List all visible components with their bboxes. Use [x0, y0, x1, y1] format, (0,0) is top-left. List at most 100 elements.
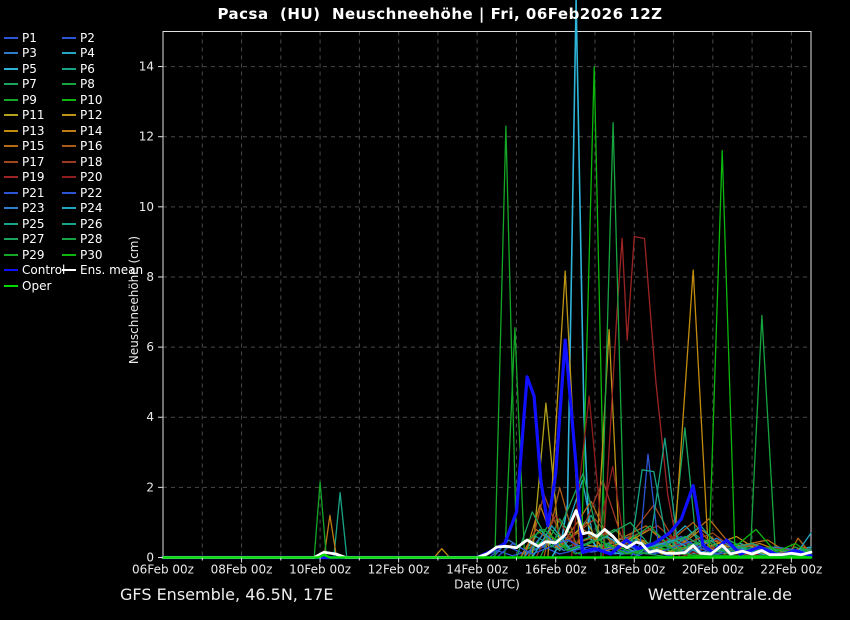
legend-swatch	[62, 114, 76, 116]
legend-label: P2	[80, 31, 95, 45]
legend-label: P17	[22, 155, 45, 169]
legend-item-p5: P5	[4, 61, 65, 77]
legend-swatch	[4, 99, 18, 101]
legend-label: P8	[80, 77, 95, 91]
legend-item-p30: P30	[62, 247, 143, 263]
legend-item-p19: P19	[4, 170, 65, 186]
legend-item-p11: P11	[4, 108, 65, 124]
legend-item-p22: P22	[62, 185, 143, 201]
plot-border	[163, 32, 811, 558]
legend-swatch	[4, 269, 18, 271]
x-tick-label: 08Feb 00z	[211, 563, 273, 577]
legend-item-p12: P12	[62, 108, 143, 124]
series-p7	[163, 428, 811, 558]
legend-item-p17: P17	[4, 154, 65, 170]
legend-column-2: P2P4P6P8P10P12P14P16P18P20P22P24P26P28P3…	[62, 30, 143, 278]
legend-label: P23	[22, 201, 45, 215]
series-p5	[163, 0, 811, 557]
legend-label: Oper	[22, 279, 51, 293]
legend-swatch	[4, 285, 18, 287]
series-p16	[163, 487, 811, 557]
x-tick-label: 22Feb 00z	[760, 563, 822, 577]
legend-swatch	[62, 83, 76, 85]
legend-label: Ens. mean	[80, 263, 143, 277]
legend-label: P22	[80, 186, 103, 200]
legend-item-p14: P14	[62, 123, 143, 139]
legend-swatch	[4, 130, 18, 132]
legend-item-p26: P26	[62, 216, 143, 232]
legend-swatch	[4, 145, 18, 147]
series-p9	[163, 328, 811, 558]
legend-item-p9: P9	[4, 92, 65, 108]
legend-item-p7: P7	[4, 77, 65, 93]
legend-label: P14	[80, 124, 103, 138]
legend-item-oper: Oper	[4, 278, 65, 294]
legend-item-ens-mean: Ens. mean	[62, 263, 143, 279]
legend-item-p23: P23	[4, 201, 65, 217]
legend-swatch	[4, 223, 18, 225]
legend-swatch	[4, 207, 18, 209]
legend-label: P25	[22, 217, 45, 231]
legend-label: P10	[80, 93, 103, 107]
legend-swatch	[62, 238, 76, 240]
legend-swatch	[62, 223, 76, 225]
legend-swatch	[62, 161, 76, 163]
legend-swatch	[4, 161, 18, 163]
legend-swatch	[4, 114, 18, 116]
legend-swatch	[4, 83, 18, 85]
legend-label: P15	[22, 139, 45, 153]
legend-label: P13	[22, 124, 45, 138]
chart-title: Pacsa (HU) Neuschneehöhe | Fri, 06Feb202…	[30, 5, 850, 23]
legend-item-p21: P21	[4, 185, 65, 201]
x-tick-label: 06Feb 00z	[132, 563, 194, 577]
meteogram-page: { "title": "Pacsa (HU) Neuschneehöhe | F…	[0, 0, 850, 620]
legend-item-p1: P1	[4, 30, 65, 46]
x-tick-label: 12Feb 00z	[368, 563, 430, 577]
series-p10	[163, 67, 811, 558]
legend-item-p27: P27	[4, 232, 65, 248]
y-tick-label: 2	[146, 480, 154, 494]
series-p29	[163, 126, 811, 557]
legend-label: P30	[80, 248, 103, 262]
legend-swatch	[62, 99, 76, 101]
y-tick-label: 0	[146, 551, 154, 565]
y-tick-label: 8	[146, 270, 154, 284]
legend-label: P3	[22, 46, 37, 60]
legend-item-p28: P28	[62, 232, 143, 248]
legend-item-p16: P16	[62, 139, 143, 155]
legend-item-p4: P4	[62, 46, 143, 62]
x-tick-label: 10Feb 00z	[289, 563, 351, 577]
legend-item-p13: P13	[4, 123, 65, 139]
legend-label: P4	[80, 46, 95, 60]
legend-swatch	[62, 192, 76, 194]
legend-column-1: P1P3 P5P7P9P11P13P15 P17P19 P21P23 P25P27P29…	[4, 30, 65, 294]
legend-item-p25: P25	[4, 216, 65, 232]
legend-label: P27	[22, 232, 45, 246]
legend-swatch	[62, 269, 76, 271]
legend-label: P19	[22, 170, 45, 184]
x-tick-label: 18Feb 00z	[603, 563, 665, 577]
legend-item-control: Control	[4, 263, 65, 279]
legend-swatch	[62, 68, 76, 70]
legend-item-p3: P3	[4, 46, 65, 62]
legend-item-p29: P29	[4, 247, 65, 263]
legend-swatch	[62, 52, 76, 54]
legend-label: P16	[80, 139, 103, 153]
legend-item-p2: P2	[62, 30, 143, 46]
legend-swatch	[62, 37, 76, 39]
legend-label: P24	[80, 201, 103, 215]
legend-label: P18	[80, 155, 103, 169]
x-tick-label: 20Feb 00z	[682, 563, 744, 577]
legend-swatch	[4, 238, 18, 240]
legend-item-p15: P15	[4, 139, 65, 155]
y-tick-label: 4	[146, 410, 154, 424]
legend-label: P21	[22, 186, 45, 200]
legend-swatch	[62, 145, 76, 147]
legend-label: Control	[22, 263, 65, 277]
legend-label: P28	[80, 232, 103, 246]
legend-swatch	[62, 176, 76, 178]
legend-swatch	[4, 192, 18, 194]
legend-swatch	[4, 68, 18, 70]
legend-label: P20	[80, 170, 103, 184]
legend-label: P5	[22, 62, 37, 76]
